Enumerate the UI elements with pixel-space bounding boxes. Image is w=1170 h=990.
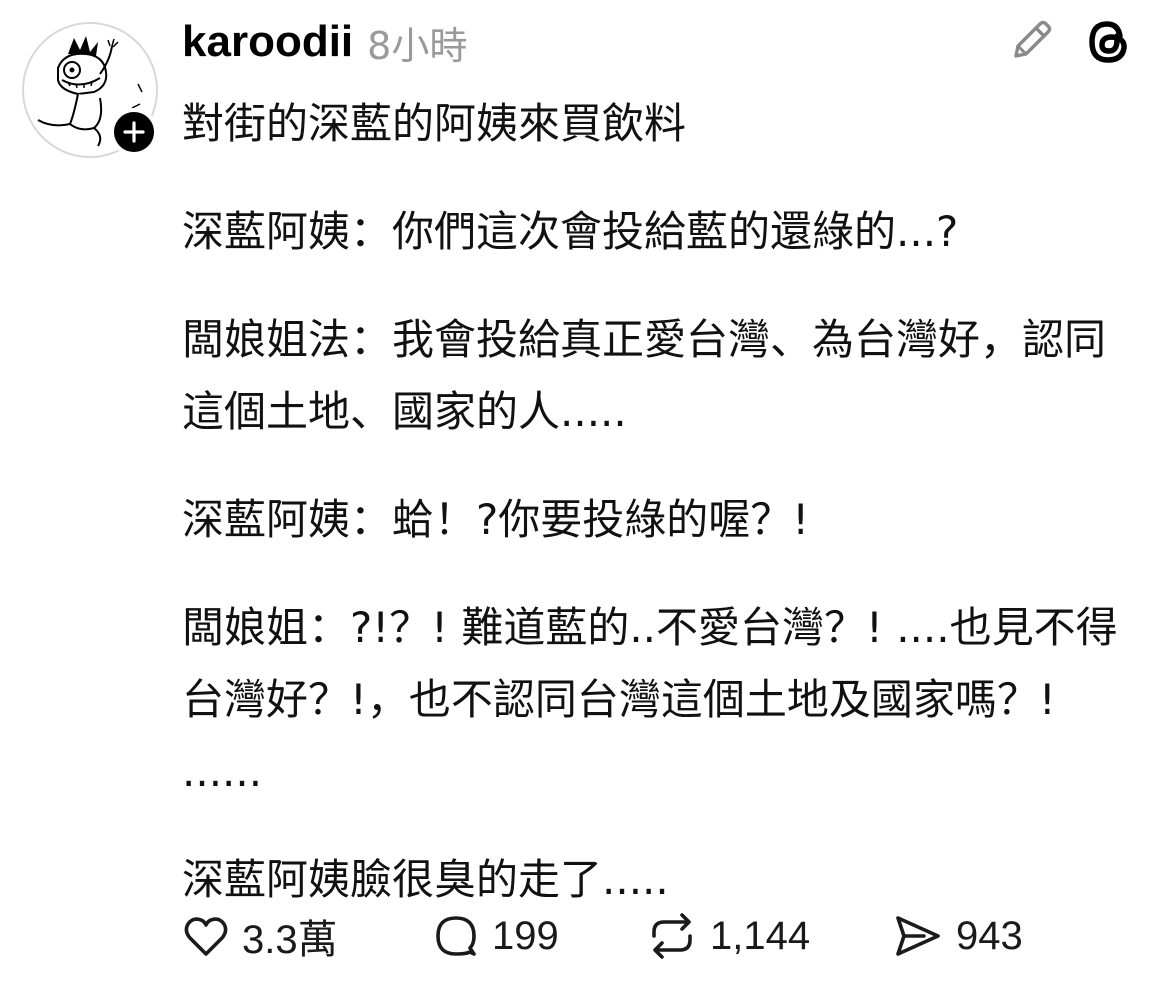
avatar-wrapper [22, 22, 158, 158]
threads-logo-icon[interactable] [1080, 14, 1136, 70]
like-button[interactable]: 3.3萬 [180, 906, 338, 966]
paper-plane-icon [896, 916, 940, 956]
share-count: 943 [956, 913, 1023, 958]
post-paragraph: 深藍阿姨：你們這次會投給藍的還綠的...? [182, 207, 959, 256]
repost-arrows-icon [652, 913, 692, 959]
post-body: 對街的深藍的阿姨來買飲料 深藍阿姨：你們這次會投給藍的還綠的...? 闆娘姐法：… [182, 88, 1142, 916]
speech-bubble-icon [436, 916, 476, 956]
post-paragraph: 對街的深藍的阿姨來買飲料 [182, 99, 687, 148]
reply-count: 199 [492, 913, 559, 958]
plus-icon [123, 121, 145, 143]
post-paragraph: 深藍阿姨：蛤！?你要投綠的喔？! [182, 495, 810, 544]
username[interactable]: karoodii [182, 17, 353, 67]
share-button[interactable]: 943 [890, 906, 1023, 966]
heart-icon [184, 917, 228, 956]
post-header: karoodii 8小時 [182, 10, 467, 74]
post-actions: 3.3萬 199 1,144 943 [180, 906, 1140, 966]
repost-button[interactable]: 1,144 [644, 906, 810, 966]
timestamp: 8小時 [367, 23, 468, 68]
repost-count: 1,144 [710, 913, 811, 958]
like-count: 3.3萬 [242, 918, 338, 962]
follow-button[interactable] [110, 108, 158, 156]
reply-button[interactable]: 199 [430, 906, 559, 966]
pencil-icon[interactable] [1006, 14, 1058, 66]
post-paragraph: 闆娘姐：?!？! 難道藍的..不愛台灣？! ....也見不得台灣好？!，也不認同… [182, 603, 1118, 796]
post-paragraph: 闆娘姐法：我會投給真正愛台灣、為台灣好，認同這個土地、國家的人..... [182, 315, 1107, 436]
